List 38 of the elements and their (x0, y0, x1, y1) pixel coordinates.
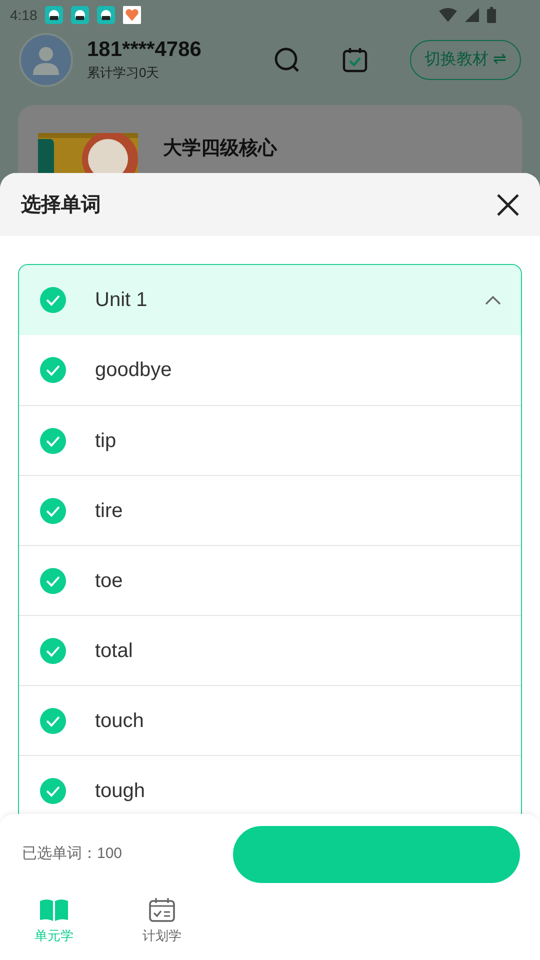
check-circle-icon[interactable] (40, 568, 66, 594)
app-notification-icon (71, 6, 90, 24)
calendar-check-icon[interactable] (342, 47, 368, 73)
word-label: tough (95, 778, 146, 804)
sheet-title: 选择单词 (21, 192, 102, 218)
word-label: goodbye (95, 358, 172, 383)
word-label: toe (95, 568, 123, 594)
check-circle-icon[interactable] (40, 357, 66, 383)
check-circle-icon[interactable] (40, 778, 66, 804)
word-label: tire (95, 498, 123, 524)
close-icon[interactable] (497, 194, 519, 216)
nav-tab[interactable]: 计划学 (108, 894, 216, 946)
unit-label: Unit 1 (95, 288, 148, 313)
word-label: total (95, 638, 133, 664)
app-notification-icon (97, 6, 116, 24)
open-book-icon (39, 898, 69, 922)
selected-count: 已选单词：100 (22, 844, 124, 864)
check-circle-icon[interactable] (40, 287, 66, 313)
phone-number: 181****4786 (87, 37, 202, 64)
word-label: touch (95, 708, 144, 734)
battery-icon (487, 7, 496, 23)
heart-hands-icon (123, 6, 142, 24)
search-icon[interactable] (274, 47, 300, 73)
word-label: tip (95, 428, 116, 454)
chevron-up-icon[interactable] (485, 296, 501, 304)
wifi-icon (439, 8, 457, 22)
status-time: 4:18 (10, 6, 38, 24)
check-circle-icon[interactable] (40, 638, 66, 664)
check-circle-icon[interactable] (40, 498, 66, 524)
check-circle-icon[interactable] (40, 428, 66, 454)
person-icon (31, 45, 61, 75)
calendar-checklist-icon (149, 898, 175, 922)
unit-row[interactable]: Unit 1 (19, 265, 521, 335)
study-days: 累计学习0天 (87, 63, 202, 83)
check-circle-icon[interactable] (40, 708, 66, 734)
book-title: 大学四级核心 (163, 136, 277, 161)
app-notification-icon (45, 6, 64, 24)
signal-icon (465, 8, 479, 22)
